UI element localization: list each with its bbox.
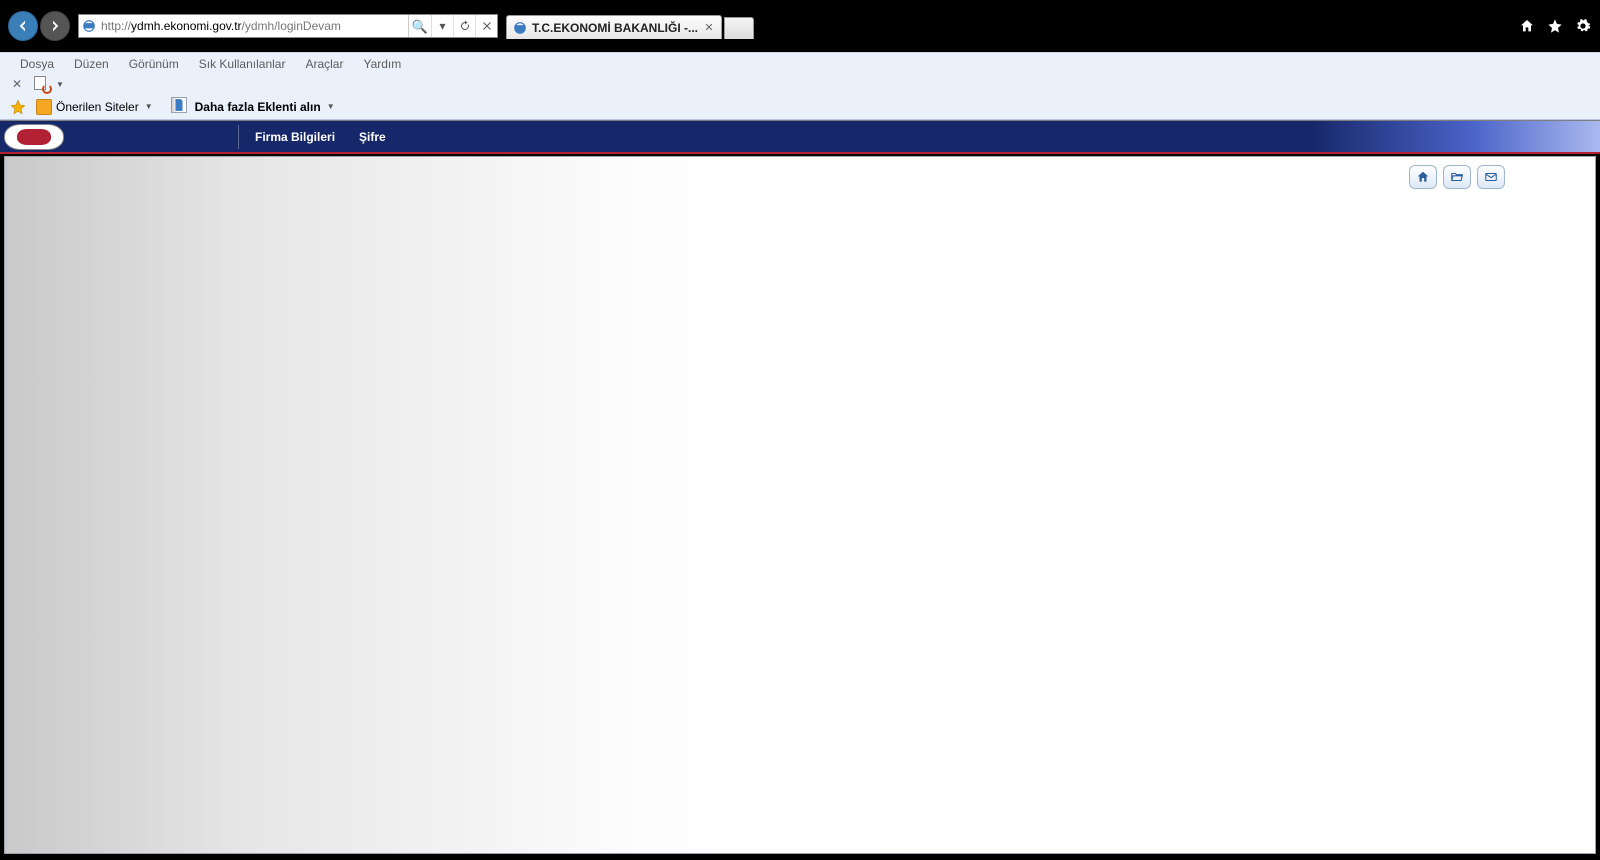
star-add-icon: [10, 99, 26, 115]
pdf-addon-dropdown[interactable]: ▼: [56, 80, 64, 89]
menu-yardim[interactable]: Yardım: [353, 55, 411, 73]
add-favorite-button[interactable]: [10, 99, 26, 115]
menu-duzen[interactable]: Düzen: [64, 55, 119, 73]
folder-icon: [36, 99, 52, 115]
stop-button[interactable]: [475, 15, 497, 37]
separator: [238, 125, 239, 149]
address-controls: 🔍 ▾: [408, 15, 497, 37]
favlink-onerilen[interactable]: Önerilen Siteler ▼: [32, 98, 157, 116]
address-text: http://ydmh.ekonomi.gov.tr/ydmh/loginDev…: [99, 19, 408, 33]
mail-icon: [1484, 170, 1498, 184]
refresh-icon: [459, 20, 471, 32]
search-button[interactable]: 🔍: [409, 15, 431, 37]
menu-gorunum[interactable]: Görünüm: [119, 55, 189, 73]
favlink-eklenti[interactable]: Daha fazla Eklenti alın ▼: [163, 94, 339, 120]
tab-active[interactable]: T.C.EKONOMİ BAKANLIĞI -... ✕: [506, 15, 722, 39]
home-icon: [1416, 170, 1430, 184]
page-icon: [171, 97, 187, 113]
nav-back-button[interactable]: [8, 11, 38, 41]
addon-bar: ✕ ▼: [0, 74, 1600, 94]
app-menu-firma[interactable]: Firma Bilgileri: [253, 126, 337, 148]
close-icon: [481, 20, 493, 32]
app-logo: [4, 124, 64, 150]
page-home-button[interactable]: [1409, 165, 1437, 189]
favlink-label: Önerilen Siteler: [56, 100, 139, 114]
tools-button[interactable]: [1574, 17, 1592, 35]
menu-dosya[interactable]: Dosya: [10, 55, 64, 73]
search-icon: 🔍: [412, 20, 428, 33]
nav-forward-button[interactable]: [40, 11, 70, 41]
swirl-icon: [42, 84, 52, 94]
page-folder-button[interactable]: [1443, 165, 1471, 189]
app-header: Firma Bilgileri Şifre: [0, 120, 1600, 154]
chevron-down-icon: ▼: [145, 102, 153, 111]
tab-strip: T.C.EKONOMİ BAKANLIĞI -... ✕: [506, 13, 754, 39]
tab-favicon-icon: [513, 21, 527, 35]
tab-title: T.C.EKONOMİ BAKANLIĞI -...: [532, 21, 698, 35]
star-icon: [1547, 18, 1563, 34]
browser-window: http://ydmh.ekonomi.gov.tr/ydmh/loginDev…: [0, 0, 1600, 860]
site-favicon-icon: [79, 19, 99, 33]
home-button[interactable]: [1518, 17, 1536, 35]
new-tab-button[interactable]: [724, 17, 754, 39]
address-bar[interactable]: http://ydmh.ekonomi.gov.tr/ydmh/loginDev…: [78, 14, 498, 38]
menu-araclar[interactable]: Araçlar: [295, 55, 353, 73]
addon-close-button[interactable]: ✕: [10, 77, 24, 91]
chevron-down-icon: ▼: [327, 102, 335, 111]
content-area: [4, 156, 1596, 854]
title-controls: [1518, 0, 1592, 52]
favorites-button[interactable]: [1546, 17, 1564, 35]
search-dropdown[interactable]: ▾: [431, 15, 453, 37]
titlebar: http://ydmh.ekonomi.gov.tr/ydmh/loginDev…: [0, 0, 1600, 52]
gear-icon: [1575, 18, 1591, 34]
page-action-buttons: [1409, 165, 1505, 189]
folder-open-icon: [1450, 170, 1464, 184]
refresh-button[interactable]: [453, 15, 475, 37]
arrow-left-icon: [15, 18, 31, 34]
favlink-label: Daha fazla Eklenti alın: [195, 100, 321, 114]
pdf-addon-button[interactable]: [34, 76, 50, 92]
tab-close-button[interactable]: ✕: [703, 22, 715, 34]
favorites-bar: Önerilen Siteler ▼ Daha fazla Eklenti al…: [0, 94, 1600, 120]
app-menu: Firma Bilgileri Şifre: [253, 126, 388, 148]
page-mail-button[interactable]: [1477, 165, 1505, 189]
app-menu-sifre[interactable]: Şifre: [357, 126, 388, 148]
menu-bar: Dosya Düzen Görünüm Sık Kullanılanlar Ar…: [0, 52, 1600, 74]
home-icon: [1519, 18, 1535, 34]
arrow-right-icon: [47, 18, 63, 34]
menu-sik[interactable]: Sık Kullanılanlar: [189, 55, 296, 73]
